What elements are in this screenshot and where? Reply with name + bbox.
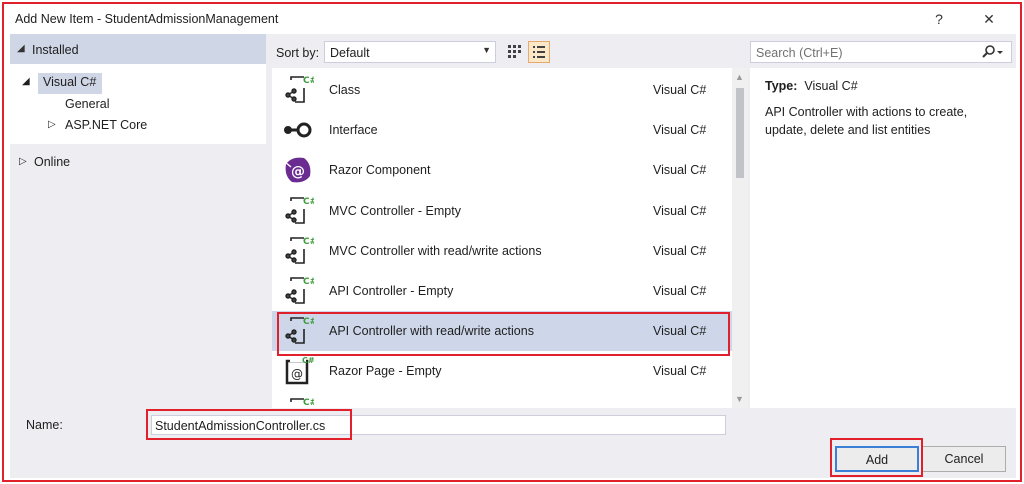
template-name: Razor Component [329,163,431,177]
chevron-down-icon: ▼ [482,45,491,55]
svg-text:C#: C# [302,356,314,365]
add-button[interactable]: Add [835,446,919,472]
template-language: Visual C# [653,204,707,218]
tree-item-online[interactable]: Online [34,155,70,169]
grid-view-icon[interactable] [504,41,526,63]
search-input[interactable]: Search (Ctrl+E) [750,41,1012,63]
category-pane: ◢ Installed ◢ Visual C# General ▷ ASP.NE… [10,34,266,408]
csharp-class-icon: C# [282,195,317,227]
template-row[interactable]: C# Class Visual C# [272,70,732,110]
template-language: Visual C# [653,324,707,338]
interface-icon [282,114,314,146]
svg-text:C#: C# [303,398,314,408]
tree-item-aspnet-core[interactable]: ASP.NET Core [65,118,147,132]
template-row[interactable]: C# MVC Controller with read/write actions… [272,231,732,271]
scroll-thumb[interactable] [736,88,744,178]
template-language: Visual C# [653,284,707,298]
razor-page-icon: C# @ [282,355,315,387]
template-row[interactable]: C# @ Razor Page - Empty Visual C# [272,351,732,391]
installed-header[interactable]: ◢ Installed [10,34,266,64]
sort-bar: Sort by: Default ▼ [266,34,746,64]
csharp-class-icon: C# [282,235,317,267]
online-triangle-icon[interactable]: ▷ [19,156,27,167]
template-language: Visual C# [653,163,707,177]
title-bar: Add New Item - StudentAdmissionManagemen… [4,4,1020,34]
online-section: ▷ Online [10,144,266,408]
template-name: MVC Controller - Empty [329,204,461,218]
razor-component-icon: @ [282,154,314,186]
dialog-body: ◢ Installed ◢ Visual C# General ▷ ASP.NE… [10,34,1016,478]
search-placeholder: Search (Ctrl+E) [756,46,843,60]
svg-text:C#: C# [303,197,314,207]
template-name: API Controller with read/write actions [329,324,534,338]
name-value: StudentAdmissionController.cs [155,419,326,433]
help-button[interactable]: ? [924,8,954,30]
csharp-class-icon: C# [282,74,317,106]
template-description: API Controller with actions to create, u… [765,105,968,137]
svg-text:@: @ [291,164,305,180]
expand-triangle-icon[interactable]: ◢ [22,76,30,87]
template-row[interactable]: C# API Controller - Empty Visual C# [272,271,732,311]
template-name: API Controller - Empty [329,284,454,298]
template-row[interactable]: C# API Controller with read/write actions… [272,311,732,351]
template-type: Type: Visual C# [765,79,858,93]
svg-text:C#: C# [303,277,314,287]
template-list: C# Class Visual C# Interface Visual C# @ Razor… [272,68,732,408]
dialog-frame: Add New Item - StudentAdmissionManagemen… [2,2,1022,482]
list-view-icon[interactable] [528,41,550,63]
cancel-button[interactable]: Cancel [922,446,1006,472]
sort-dropdown[interactable]: Default ▼ [324,41,496,63]
svg-text:C#: C# [303,237,314,247]
csharp-class-icon: C# [282,275,317,307]
category-tree: ◢ Visual C# General ▷ ASP.NET Core [10,64,266,144]
template-language: Visual C# [653,83,707,97]
template-name: Interface [329,123,378,137]
template-language: Visual C# [653,364,707,378]
template-name: MVC Controller with read/write actions [329,244,542,258]
svg-text:C#: C# [303,76,314,86]
csharp-class-icon: C# [282,315,317,347]
template-row[interactable]: @ Razor Component Visual C# [272,150,732,190]
type-value: Visual C# [804,79,858,93]
template-row-partial[interactable]: C# [272,392,732,408]
template-row[interactable]: C# MVC Controller - Empty Visual C# [272,191,732,231]
template-name: Class [329,83,361,97]
window-title: Add New Item - StudentAdmissionManagemen… [15,12,279,26]
template-list-scrollbar[interactable]: ▲ ▼ [732,68,748,408]
svg-text:C#: C# [303,317,314,327]
search-icon[interactable] [979,44,1005,60]
template-language: Visual C# [653,244,707,258]
close-button[interactable]: ✕ [974,8,1004,30]
scroll-down-icon[interactable]: ▼ [735,394,744,404]
svg-text:@: @ [291,367,303,381]
type-label: Type: [765,79,798,93]
template-row[interactable]: Interface Visual C# [272,110,732,150]
scroll-up-icon[interactable]: ▲ [735,72,744,82]
sort-value: Default [330,46,370,60]
tree-item-visual-csharp[interactable]: Visual C# [43,75,96,89]
details-pane: Type: Visual C# API Controller with acti… [750,68,1016,408]
template-language: Visual C# [653,123,707,137]
tree-item-general[interactable]: General [65,97,109,111]
collapsed-triangle-icon[interactable]: ▷ [48,119,56,130]
name-label: Name: [26,418,63,432]
collapse-triangle-icon: ◢ [17,43,25,54]
name-field[interactable]: StudentAdmissionController.cs [151,415,726,435]
installed-label: Installed [32,43,79,57]
sort-label: Sort by: [276,46,320,60]
template-name: Razor Page - Empty [329,364,442,378]
csharp-class-icon: C# [282,396,317,408]
